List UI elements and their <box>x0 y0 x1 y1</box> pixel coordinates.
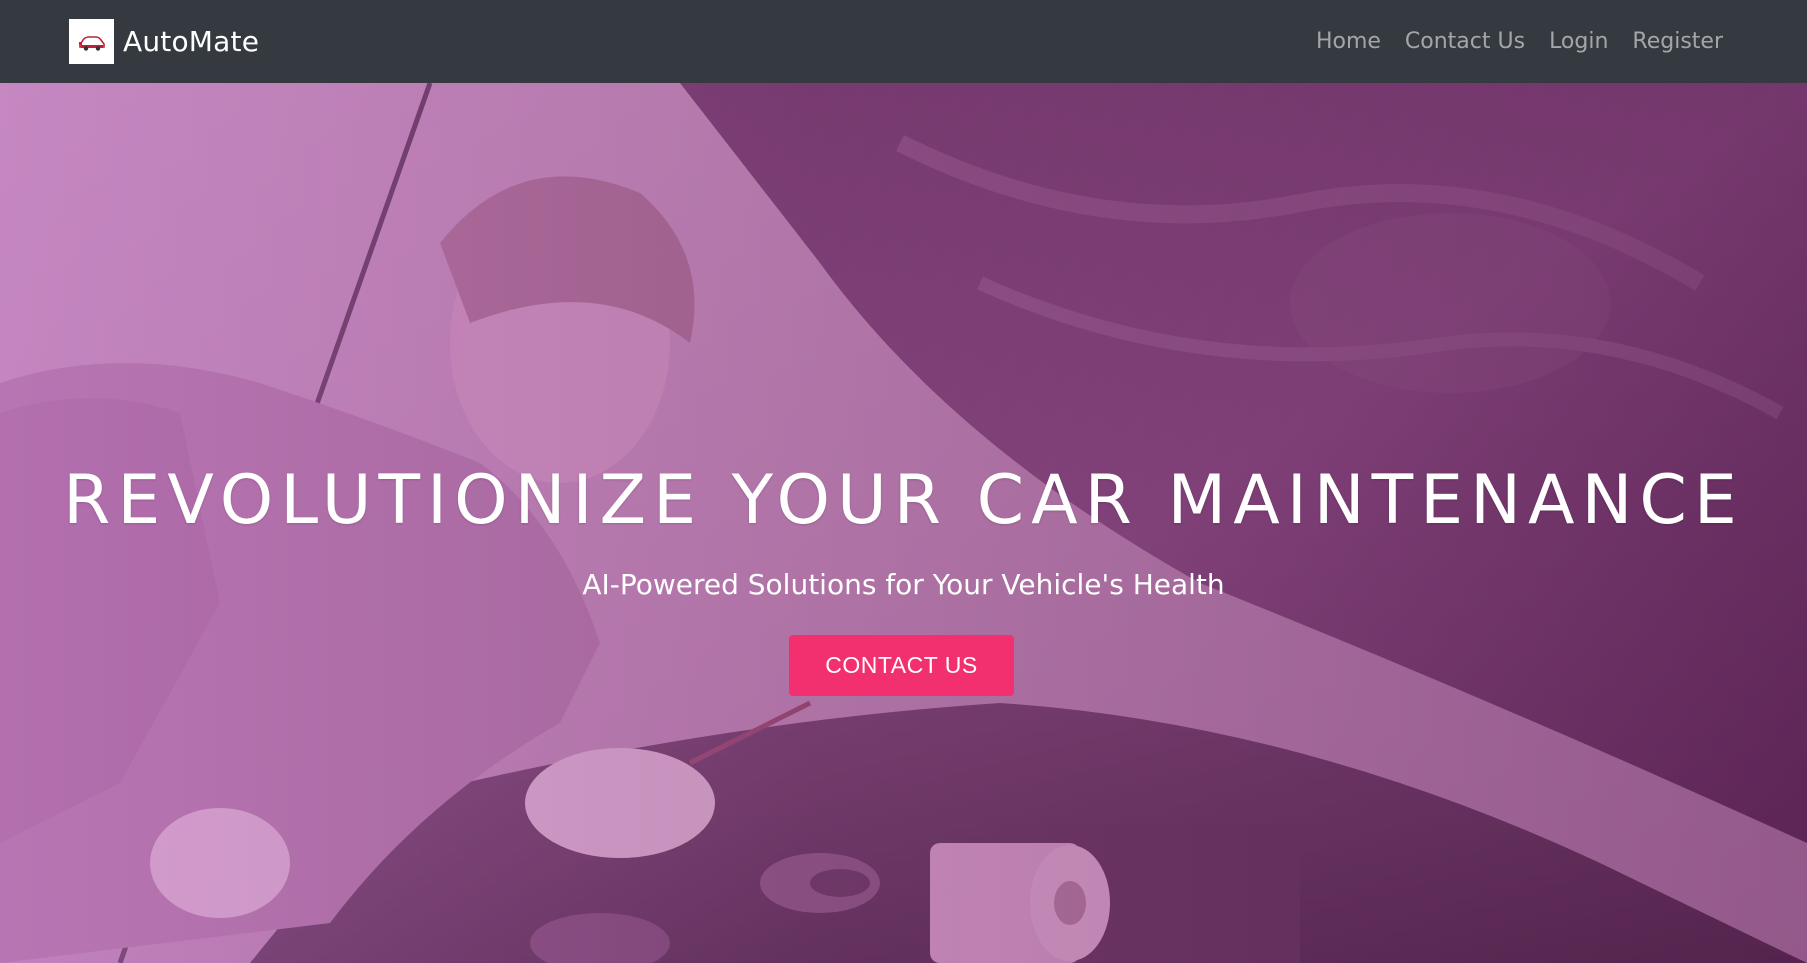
brand-name: AutoMate <box>123 25 260 58</box>
hero-section: REVOLUTIONIZE YOUR CAR MAINTENANCE AI-Po… <box>0 83 1807 963</box>
nav-links: Home Contact Us Login Register <box>1316 0 1723 83</box>
hero-title: REVOLUTIONIZE YOUR CAR MAINTENANCE <box>63 461 1744 540</box>
top-navbar: AutoMate Home Contact Us Login Register <box>0 0 1807 83</box>
brand-link[interactable]: AutoMate <box>69 19 259 64</box>
contact-us-button[interactable]: CONTACT US <box>789 635 1014 696</box>
hero-subtitle: AI-Powered Solutions for Your Vehicle's … <box>582 568 1225 601</box>
hero-content: REVOLUTIONIZE YOUR CAR MAINTENANCE AI-Po… <box>0 83 1807 963</box>
car-logo-icon <box>69 19 114 64</box>
nav-link-home[interactable]: Home <box>1316 29 1381 54</box>
nav-link-contact-us[interactable]: Contact Us <box>1405 29 1525 54</box>
nav-link-register[interactable]: Register <box>1632 29 1723 54</box>
nav-link-login[interactable]: Login <box>1549 29 1608 54</box>
